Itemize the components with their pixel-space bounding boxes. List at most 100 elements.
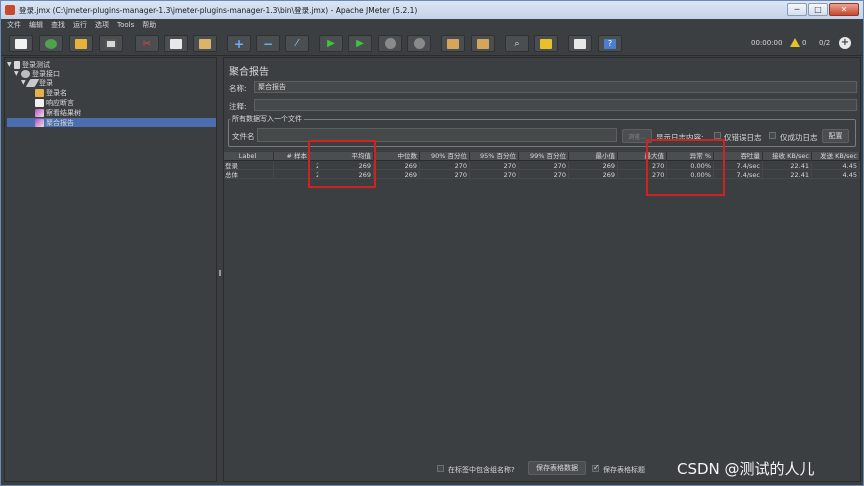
col-median[interactable]: 中位数 xyxy=(374,152,420,161)
collapse-button[interactable]: − xyxy=(256,35,280,52)
new-button[interactable] xyxy=(9,35,33,52)
reset-search-button[interactable] xyxy=(534,35,558,52)
paste-button[interactable] xyxy=(193,35,217,52)
testplan-icon xyxy=(14,60,20,69)
stop-button[interactable] xyxy=(378,35,402,52)
aggregate-report-panel: 聚合报告 名称: 聚合报告 注释: 所有数据写入一个文件 文件名 浏览... 显… xyxy=(223,57,861,482)
tree-item-label: 察看结果树 xyxy=(46,108,81,117)
open-button[interactable] xyxy=(69,35,93,52)
errors-only-checkbox[interactable] xyxy=(714,132,721,139)
comment-field[interactable] xyxy=(254,99,857,111)
cut-button[interactable]: ✂ xyxy=(135,35,159,52)
clear-all-icon xyxy=(477,38,489,49)
minimize-button[interactable]: ─ xyxy=(787,3,807,16)
menu-run[interactable]: 运行 xyxy=(73,20,87,30)
col-received[interactable]: 接收 KB/sec xyxy=(763,152,812,161)
average-highlight-box xyxy=(308,140,376,188)
close-button[interactable]: ✕ xyxy=(829,3,859,16)
tree-toggle-icon[interactable]: ▼ xyxy=(7,61,14,68)
shutdown-button[interactable] xyxy=(407,35,431,52)
col-min[interactable]: 最小值 xyxy=(569,152,618,161)
listener-icon xyxy=(35,108,44,117)
cell-received: 22.41 xyxy=(763,162,812,170)
filename-label: 文件名 xyxy=(232,132,255,141)
cell-p95: 270 xyxy=(470,162,519,170)
clear-button[interactable] xyxy=(441,35,465,52)
tree-item-thread-group[interactable]: ▼ 登录接口 xyxy=(14,69,60,78)
active-thread-count: 0/2 xyxy=(819,39,831,47)
menu-tools[interactable]: Tools xyxy=(117,21,134,29)
name-field[interactable]: 聚合报告 xyxy=(254,81,857,93)
success-only-label: 仅成功日志 xyxy=(780,133,818,142)
expand-button[interactable]: + xyxy=(227,35,251,52)
menu-options[interactable]: 选项 xyxy=(95,20,109,30)
jmeter-app-icon xyxy=(5,5,15,15)
remote-globe-icon[interactable]: + xyxy=(839,37,851,49)
search-button[interactable]: ⌕ xyxy=(505,35,529,52)
help-button[interactable]: ? xyxy=(598,35,622,52)
tree-item-assertion[interactable]: 响应断言 xyxy=(35,98,74,107)
col-p95[interactable]: 95% 百分位 xyxy=(470,152,519,161)
stop-icon xyxy=(384,38,396,49)
configure-button[interactable]: 配置 xyxy=(822,129,849,143)
tree-item-label: 登录 xyxy=(39,78,53,87)
menu-bar: 文件 编辑 查找 运行 选项 Tools 帮助 xyxy=(1,19,863,31)
cell-sent: 4.45 xyxy=(812,162,860,170)
clear-all-button[interactable] xyxy=(471,35,495,52)
copy-button[interactable] xyxy=(164,35,188,52)
tree-item-label: 登录名 xyxy=(46,88,67,97)
thread-group-icon xyxy=(21,69,30,78)
panel-splitter[interactable] xyxy=(218,57,222,482)
start-no-pause-icon: ▶ xyxy=(356,38,364,49)
comment-label: 注释: xyxy=(229,102,247,111)
new-icon xyxy=(15,38,27,49)
cut-icon: ✂ xyxy=(142,37,152,50)
tree-item-aggregate-report[interactable]: 聚合报告 xyxy=(7,118,216,127)
splitter-grip-icon xyxy=(219,270,221,276)
col-sent[interactable]: 发送 KB/sec xyxy=(812,152,860,161)
menu-help[interactable]: 帮助 xyxy=(142,20,156,30)
cell-median: 269 xyxy=(374,171,420,179)
cell-median: 269 xyxy=(374,162,420,170)
page-title: 聚合报告 xyxy=(229,67,269,78)
save-table-button[interactable]: 保存表格数据 xyxy=(528,461,586,475)
menu-search[interactable]: 查找 xyxy=(51,20,65,30)
maximize-button[interactable]: □ xyxy=(808,3,828,16)
paste-icon xyxy=(199,38,211,49)
open-icon xyxy=(75,38,87,49)
save-button[interactable] xyxy=(99,35,123,52)
elapsed-timer: 00:00:00 xyxy=(751,39,783,47)
success-only-checkbox[interactable] xyxy=(769,132,776,139)
window-controls: ─ □ ✕ xyxy=(787,3,859,16)
save-header-label: 保存表格标题 xyxy=(603,466,645,474)
col-label[interactable]: Label xyxy=(224,152,274,161)
start-button[interactable]: ▶ xyxy=(319,35,343,52)
toggle-button[interactable]: ⁄ xyxy=(285,35,309,52)
cell-label: 登录 xyxy=(224,162,274,170)
menu-edit[interactable]: 编辑 xyxy=(29,20,43,30)
cell-min: 269 xyxy=(569,171,618,179)
start-no-pause-button[interactable]: ▶ xyxy=(348,35,372,52)
error-highlight-box xyxy=(646,139,725,196)
cell-sent: 4.45 xyxy=(812,171,860,179)
cell-p99: 270 xyxy=(519,171,569,179)
col-p99[interactable]: 99% 百分位 xyxy=(519,152,569,161)
tree-toggle-icon[interactable]: ▼ xyxy=(14,70,21,77)
save-header-checkbox[interactable] xyxy=(592,463,600,472)
templates-button[interactable] xyxy=(39,35,63,52)
help-icon: ? xyxy=(604,38,616,49)
col-samples[interactable]: # 样本 xyxy=(274,152,310,161)
function-helper-icon xyxy=(574,38,586,49)
menu-file[interactable]: 文件 xyxy=(7,20,21,30)
function-helper-button[interactable] xyxy=(568,35,592,52)
include-group-checkbox[interactable] xyxy=(437,465,444,472)
clear-icon xyxy=(447,38,459,49)
aggregate-table: Label # 样本 平均值 中位数 90% 百分位 95% 百分位 99% 百… xyxy=(224,152,860,460)
col-p90[interactable]: 90% 百分位 xyxy=(420,152,470,161)
warning-icon[interactable] xyxy=(790,38,800,47)
tree-item-sampler[interactable]: ▼ 登录 xyxy=(21,78,53,87)
tree-item-results-tree[interactable]: 察看结果树 xyxy=(35,108,81,117)
warning-count: 0 xyxy=(802,39,807,47)
test-plan-tree: ▼ 登录测试 ▼ 登录接口 ▼ 登录 登录名 响应断言 察看结果树 聚合报告 xyxy=(4,57,217,482)
tree-item-config[interactable]: 登录名 xyxy=(35,88,67,97)
